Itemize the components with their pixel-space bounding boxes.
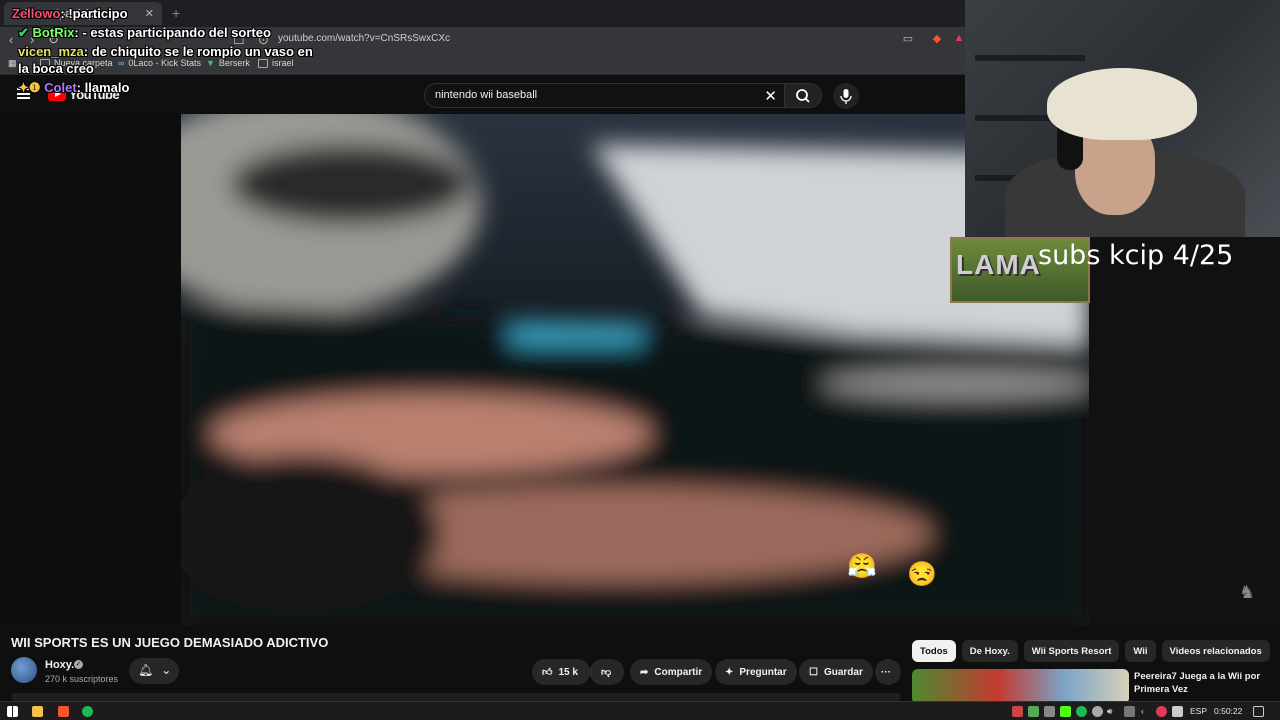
ask-button[interactable]: ✦ Preguntar (715, 659, 797, 685)
chip-videos-relacionados[interactable]: Videos relacionados (1161, 640, 1270, 662)
chat-message: Zellowo: !participo (12, 6, 128, 21)
chat-message-continuation: la boca creo (18, 61, 94, 76)
search-icon (796, 89, 810, 103)
angry-face-emoji: 😤 (847, 553, 877, 580)
microphone-tray-icon[interactable] (1172, 706, 1183, 717)
chevron-down-icon: ⌄ (161, 663, 172, 677)
badge-icons: ✦❶ (18, 80, 41, 95)
shelf (975, 55, 1085, 61)
cast-icon[interactable]: ▭ (901, 32, 915, 46)
brave-shield-icon[interactable]: ◆ (930, 32, 944, 46)
discord-icon[interactable] (1044, 706, 1055, 717)
notifications-button[interactable]: 🔔︎ ⌄ (129, 658, 179, 684)
kick-icon[interactable] (1060, 706, 1071, 717)
share-button[interactable]: ➦ Compartir (630, 659, 713, 685)
chat-message: ✦❶ Colet: llamalo (18, 80, 130, 95)
chip-de-hoxy[interactable]: De Hoxy. (961, 640, 1018, 662)
screen: Zellowo: !participo ✕ + ‹ › ↻ ☐ ⊙ youtub… (0, 0, 1280, 720)
bell-icon: 🔔︎ (138, 663, 154, 677)
channel-avatar[interactable] (11, 657, 37, 683)
chat-message: vicen_mza: de chiquito se le rompio un v… (18, 44, 313, 59)
voice-search-button[interactable] (833, 83, 859, 109)
recommended-video-thumbnail[interactable] (912, 669, 1129, 704)
channel-name[interactable]: Hoxy. (45, 659, 74, 671)
clock[interactable]: 0:50:22 (1214, 706, 1242, 716)
share-icon: ➦ (640, 666, 649, 678)
search-query: nintendo wii baseball (435, 89, 538, 101)
sparkle-icon: ✦ (725, 666, 734, 678)
video-player[interactable]: 😤 😒 (181, 114, 1089, 625)
search-input[interactable]: nintendo wii baseball ✕ (424, 83, 786, 108)
like-count: 15 k (558, 666, 578, 678)
chat-message: ✔ BotRix: - estas participando del sorte… (18, 25, 271, 40)
subscriber-count: 270 k suscriptores (45, 674, 119, 684)
brave-browser-icon[interactable] (58, 706, 69, 717)
tray-app-icon[interactable] (1028, 706, 1039, 717)
subs-goal-text: subs kcip 4/25 (1038, 240, 1234, 271)
clear-search-icon[interactable]: ✕ (764, 87, 777, 105)
volume-icon[interactable]: 🔊︎ (1107, 706, 1112, 717)
chip-wii[interactable]: Wii (1125, 640, 1156, 662)
steam-icon[interactable] (1092, 706, 1103, 717)
player-side-panel: ♞ (1089, 237, 1280, 625)
network-icon[interactable] (1124, 706, 1135, 717)
tray-chevron-icon[interactable]: ‹ (1141, 706, 1144, 716)
subs-logo: LAMA (956, 249, 1041, 280)
video-title: WII SPORTS ES UN JUEGO DEMASIADO ADICTIV… (11, 635, 329, 650)
input-language[interactable]: ESP (1190, 706, 1207, 716)
streamer-hat (1047, 68, 1197, 140)
spotify-icon[interactable] (82, 706, 93, 717)
file-explorer-icon[interactable] (32, 706, 43, 717)
unamused-face-emoji: 😒 (907, 561, 937, 588)
tray-app-icon[interactable] (1156, 706, 1167, 717)
video-frame (181, 114, 1089, 625)
search-button[interactable] (784, 83, 822, 108)
windows-start-icon[interactable] (7, 706, 18, 717)
thumbs-up-icon: 👍︎ (542, 667, 553, 678)
more-actions-button[interactable]: ··· (875, 659, 901, 685)
spotify-tray-icon[interactable] (1076, 706, 1087, 717)
brave-rewards-icon[interactable]: ▲ (952, 32, 966, 46)
webcam-overlay (965, 0, 1280, 237)
dislike-button[interactable]: 👎︎ (590, 659, 624, 685)
tray-app-icon[interactable] (1012, 706, 1023, 717)
save-button[interactable]: ☐ Guardar (799, 659, 873, 685)
windows-taskbar: 🔊︎ ‹ ESP 0:50:22 (0, 701, 1280, 720)
description-box[interactable] (11, 693, 901, 701)
chip-wii-sports-resort[interactable]: Wii Sports Resort (1023, 640, 1120, 662)
recommended-video-title[interactable]: Peereira7 Juega a la Wii por Primera Vez (1134, 670, 1274, 696)
verified-icon: ✓ (74, 660, 83, 669)
ghost-icon: ♞ (1239, 582, 1256, 602)
microphone-icon (840, 89, 852, 104)
like-button[interactable]: 👍︎ 15 k (532, 659, 590, 685)
notifications-icon[interactable] (1253, 706, 1264, 717)
stream-chat-overlay: Zellowo: !participo ✔ BotRix: - estas pa… (0, 0, 340, 110)
thumbs-down-icon: 👎︎ (601, 667, 612, 678)
save-playlist-icon: ☐ (809, 666, 818, 678)
more-icon: ··· (881, 666, 891, 678)
recommendation-chips: Todos De Hoxy. Wii Sports Resort Wii Vid… (912, 640, 1270, 662)
verified-badge-icon: ✔ (18, 25, 29, 40)
chip-todos[interactable]: Todos (912, 640, 956, 662)
